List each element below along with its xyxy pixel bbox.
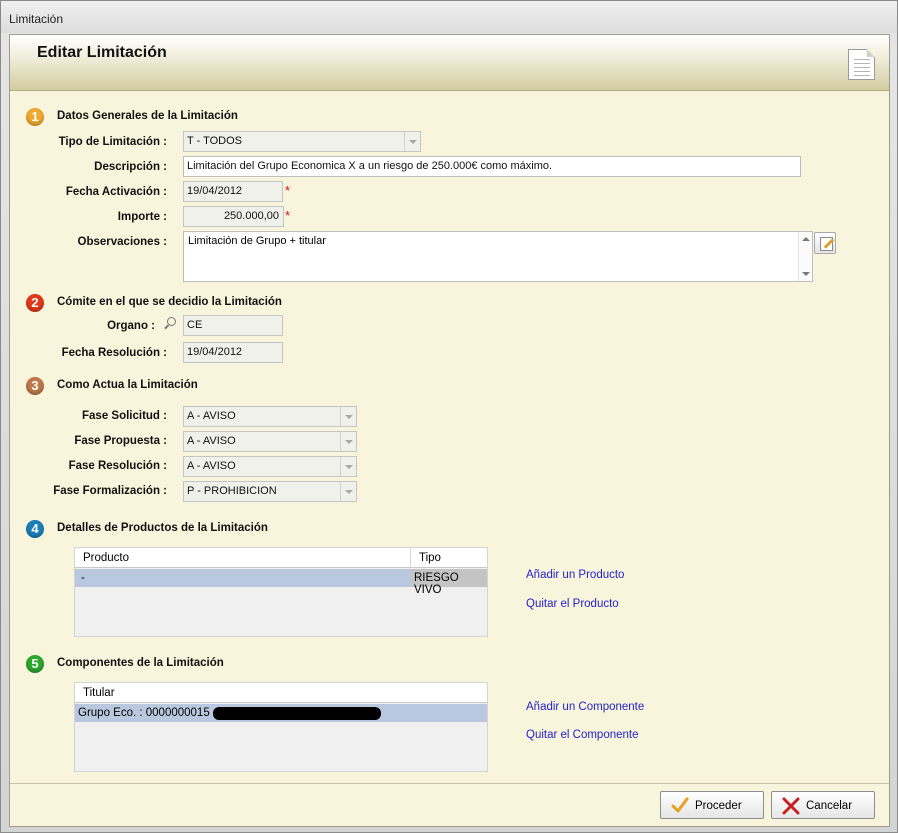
required-mark: * (285, 208, 291, 223)
column-header-tipo[interactable]: Tipo (411, 548, 487, 568)
fecha-resolucion-label: Fecha Resolución : (61, 347, 167, 359)
fase-formalizacion-label: Fase Formalización : (53, 485, 167, 497)
section-4-title: Detalles de Productos de la Limitación (57, 522, 268, 534)
productos-table[interactable]: Producto Tipo - RIESGO VIVO (74, 547, 488, 637)
fase-formalizacion-select[interactable]: P - PROHIBICION (183, 481, 357, 502)
importe-input[interactable]: 250.000,00 (183, 206, 284, 227)
fase-resolucion-select[interactable]: A - AVISO (183, 456, 357, 477)
dialog-window: Limitación Editar Limitación 1 Datos Gen… (0, 0, 898, 833)
fecha-activacion-input[interactable]: 19/04/2012 (183, 181, 283, 202)
cancel-button[interactable]: Cancelar (771, 791, 875, 819)
section-2-badge: 2 (26, 294, 44, 312)
add-componente-link[interactable]: Añadir un Componente (526, 701, 644, 713)
tipo-select[interactable]: T - TODOS (183, 131, 421, 152)
scroll-down-icon[interactable] (802, 272, 810, 276)
section-3-title: Como Actua la Limitación (57, 379, 198, 391)
fase-solicitud-value: A - AVISO (187, 410, 236, 422)
table-row[interactable]: - RIESGO VIVO (75, 569, 487, 596)
edit-notes-icon[interactable] (814, 232, 836, 254)
fecha-activacion-label: Fecha Activación : (65, 186, 167, 198)
section-4-badge: 4 (26, 520, 44, 538)
chevron-down-icon[interactable] (340, 482, 356, 501)
chevron-down-icon[interactable] (340, 432, 356, 451)
search-icon[interactable] (167, 317, 176, 326)
section-1-title: Datos Generales de la Limitación (57, 110, 238, 122)
column-header-producto[interactable]: Producto (75, 548, 411, 568)
tipo-cell: RIESGO VIVO (411, 569, 487, 596)
footer-divider (10, 783, 889, 784)
componentes-table-header: Titular (75, 683, 487, 703)
observaciones-label: Observaciones : (77, 236, 167, 248)
importe-label: Importe : (117, 211, 167, 223)
close-icon (782, 797, 800, 815)
fecha-resolucion-input[interactable]: 19/04/2012 (183, 342, 283, 363)
productos-table-header: Producto Tipo (75, 548, 487, 568)
fase-propuesta-label: Fase Propuesta : (74, 435, 167, 447)
fase-formalizacion-value: P - PROHIBICION (187, 485, 277, 497)
fecha-activacion-value: 19/04/2012 (187, 185, 243, 197)
descripcion-value: Limitación del Grupo Economica X a un ri… (187, 160, 553, 172)
fase-solicitud-select[interactable]: A - AVISO (183, 406, 357, 427)
window-titlebar: Limitación (1, 1, 897, 33)
column-header-titular[interactable]: Titular (75, 683, 487, 703)
dialog-panel: Editar Limitación 1 Datos Generales de l… (9, 34, 890, 827)
chevron-down-icon[interactable] (340, 407, 356, 426)
table-row[interactable]: Grupo Eco. : 0000000015 - (75, 704, 487, 722)
fase-propuesta-select[interactable]: A - AVISO (183, 431, 357, 452)
observaciones-textarea[interactable]: Limitación de Grupo + titular (183, 231, 813, 282)
section-5-badge: 5 (26, 655, 44, 673)
fase-solicitud-label: Fase Solicitud : (82, 410, 167, 422)
organo-label: Organo : (107, 320, 155, 332)
proceed-label: Proceder (695, 800, 742, 812)
fase-propuesta-value: A - AVISO (187, 435, 236, 447)
window-title: Limitación (9, 12, 64, 26)
section-1-badge: 1 (26, 108, 44, 126)
proceed-button[interactable]: Proceder (660, 791, 764, 819)
required-mark: * (285, 183, 291, 198)
dialog-header: Editar Limitación (10, 35, 889, 91)
fecha-resolucion-value: 19/04/2012 (187, 346, 243, 358)
redaction-mark (213, 707, 381, 720)
organo-input[interactable]: CE (183, 315, 283, 336)
tipo-label: Tipo de Limitación : (58, 136, 167, 148)
fase-resolucion-value: A - AVISO (187, 460, 236, 472)
organo-value: CE (187, 319, 203, 331)
descripcion-input[interactable]: Limitación del Grupo Economica X a un ri… (183, 156, 801, 177)
scroll-up-icon[interactable] (802, 237, 810, 241)
chevron-down-icon[interactable] (404, 132, 420, 151)
section-3-badge: 3 (26, 377, 44, 395)
remove-producto-link[interactable]: Quitar el Producto (526, 598, 619, 610)
section-5-title: Componentes de la Limitación (57, 657, 224, 669)
add-producto-link[interactable]: Añadir un Producto (526, 569, 624, 581)
document-icon (848, 49, 875, 80)
observaciones-value: Limitación de Grupo + titular (188, 235, 326, 247)
fase-resolucion-label: Fase Resolución : (68, 460, 167, 472)
descripcion-label: Descripción : (94, 161, 167, 173)
page-title: Editar Limitación (37, 44, 167, 61)
section-2-title: Cómite en el que se decidio la Limitació… (57, 296, 282, 308)
producto-cell: - (81, 572, 85, 584)
remove-componente-link[interactable]: Quitar el Componente (526, 729, 639, 741)
observaciones-scrollbar[interactable] (798, 232, 812, 281)
importe-value: 250.000,00 (223, 210, 279, 222)
chevron-down-icon[interactable] (340, 457, 356, 476)
tipo-value: T - TODOS (187, 135, 243, 147)
titular-cell: Grupo Eco. : 0000000015 - (78, 707, 217, 719)
componentes-table[interactable]: Titular Grupo Eco. : 0000000015 - (74, 682, 488, 772)
cancel-label: Cancelar (806, 800, 853, 812)
check-icon (671, 797, 689, 813)
